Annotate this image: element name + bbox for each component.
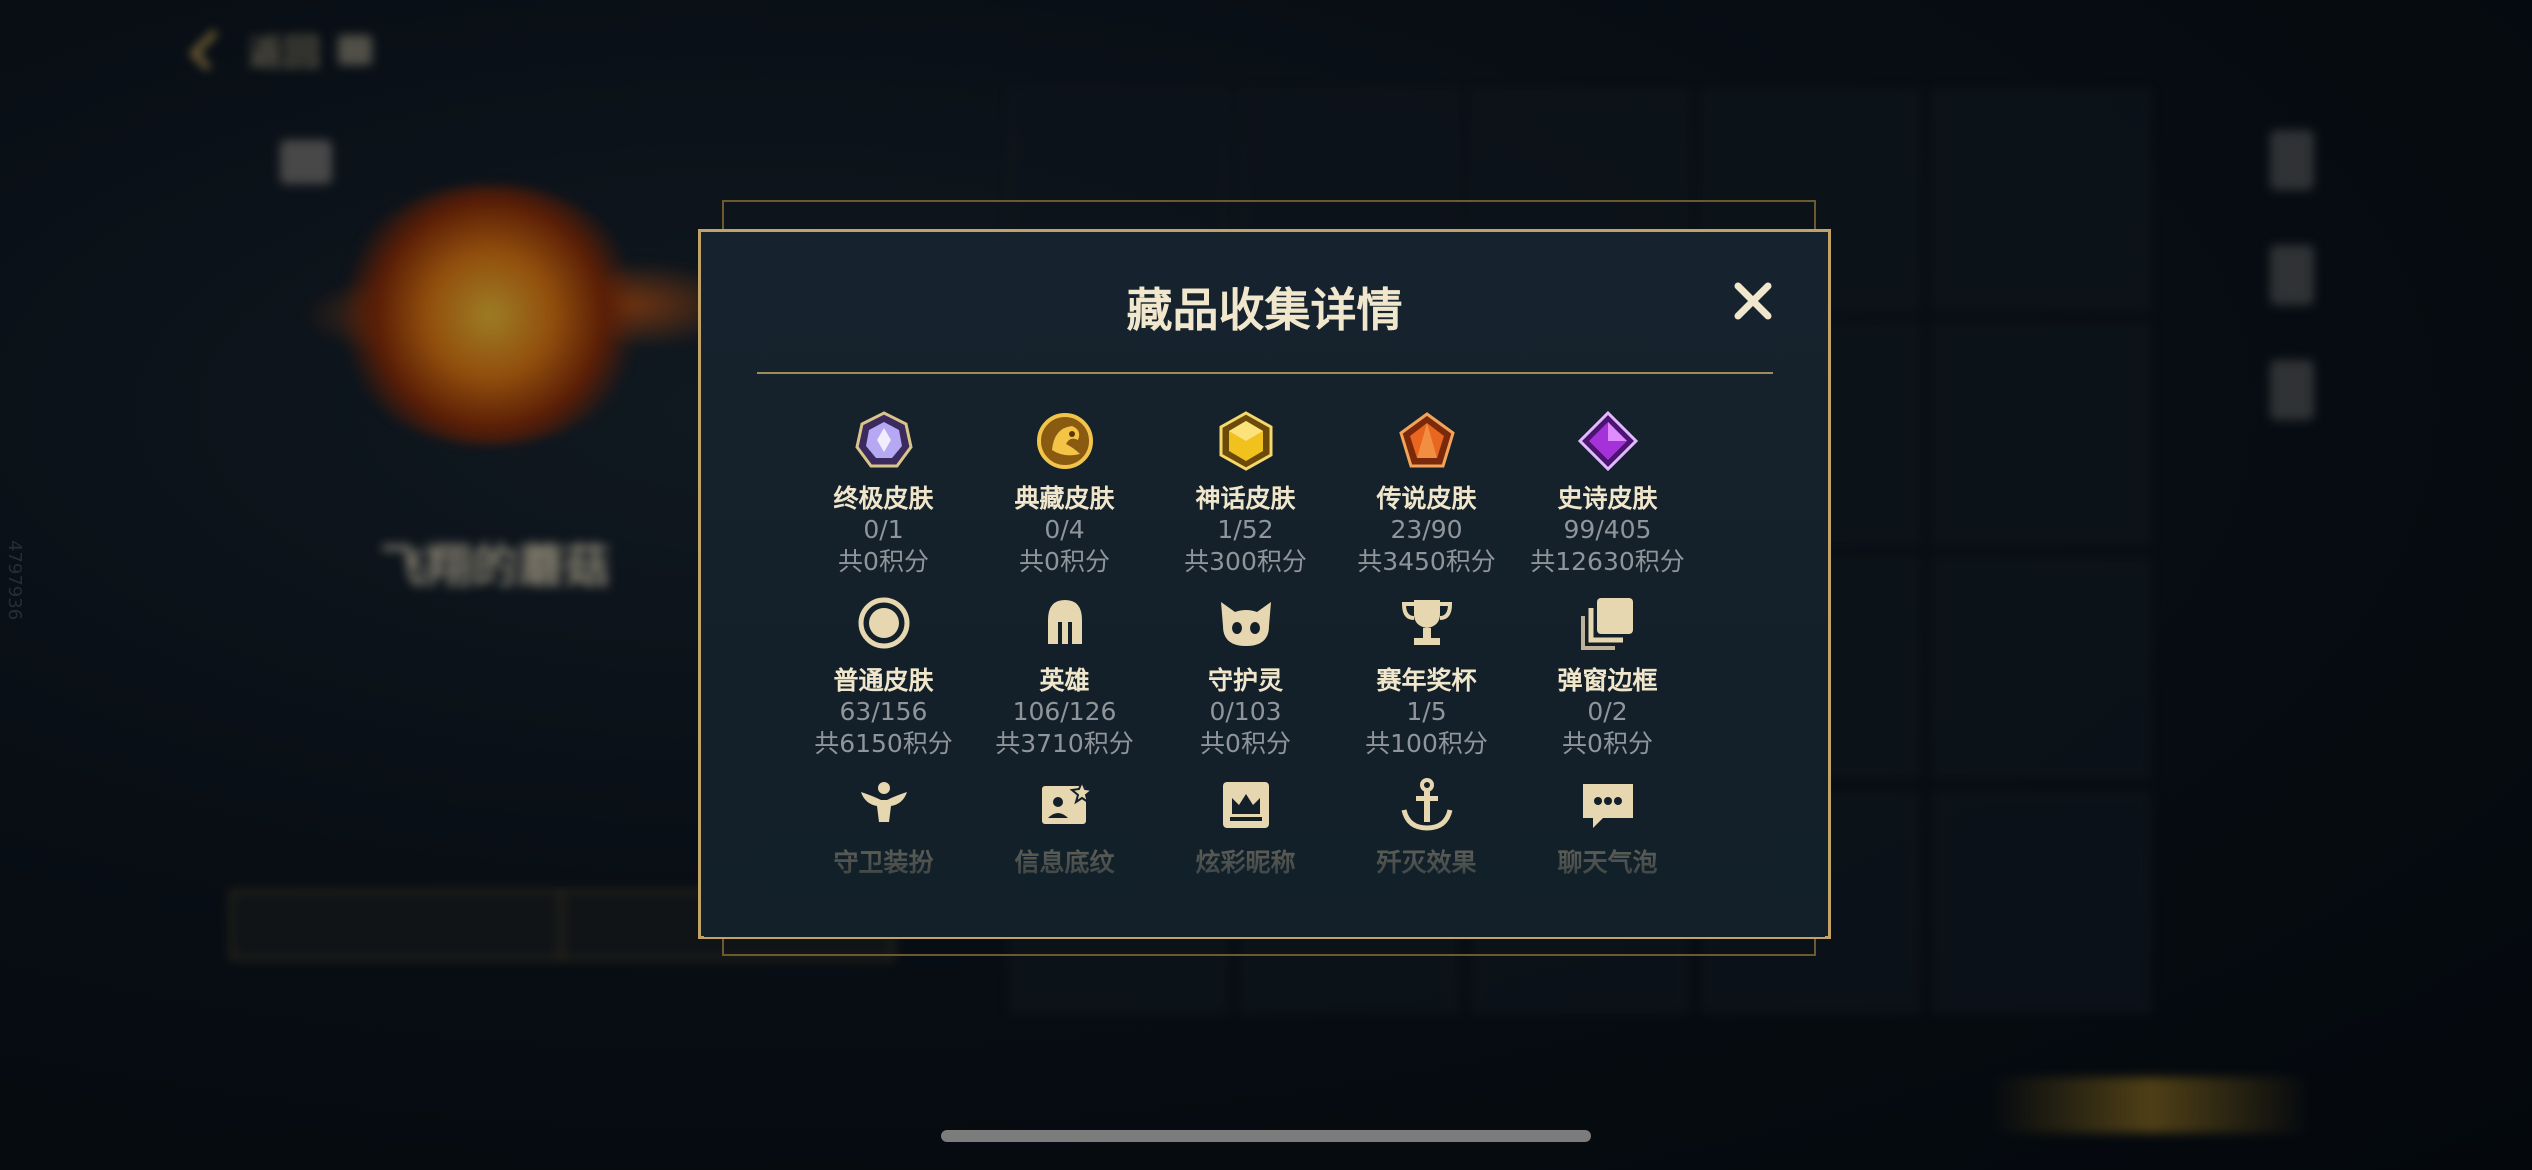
- stat-count: 1/52: [1217, 515, 1274, 544]
- stat-label: 普通皮肤: [833, 666, 934, 695]
- stat-kill-effect: 歼灭效果: [1336, 774, 1517, 878]
- chat-bubble-icon: [1577, 774, 1639, 836]
- epic-gem-icon: [1577, 410, 1639, 472]
- crown-nickname-icon: [1215, 774, 1277, 836]
- stat-label: 英雄: [1039, 666, 1090, 695]
- dragon-emblem-icon: [1034, 410, 1096, 472]
- stat-guardian-outfit: 守卫装扮: [793, 774, 974, 878]
- guardian-outfit-icon: [853, 774, 915, 836]
- stat-score: 共100积分: [1365, 729, 1488, 758]
- stat-epic-skin: 史诗皮肤 99/405 共12630积分: [1517, 410, 1698, 578]
- trophy-icon: [1396, 592, 1458, 654]
- stat-count: 0/2: [1587, 697, 1628, 726]
- stat-normal-skin: 普通皮肤 63/156 共6150积分: [793, 592, 974, 760]
- stat-guardian-spirit: 守护灵 0/103 共0积分: [1155, 592, 1336, 760]
- stat-count: 0/103: [1209, 697, 1282, 726]
- legend-gem-icon: [1396, 410, 1458, 472]
- stat-score: 共0积分: [1562, 729, 1653, 758]
- stat-collection-skin: 典藏皮肤 0/4 共0积分: [974, 410, 1155, 578]
- stat-label: 神话皮肤: [1195, 484, 1296, 513]
- collection-detail-dialog: 藏品收集详情 终极皮肤 0/1 共0积分 典藏皮肤 0/4 共0积分 神话皮肤 …: [698, 229, 1831, 939]
- close-icon: [1734, 282, 1772, 320]
- stat-hero: 英雄 106/126 共3710积分: [974, 592, 1155, 760]
- stat-count: 63/156: [839, 697, 928, 726]
- stat-label: 歼灭效果: [1376, 848, 1477, 877]
- mythic-gem-icon: [1215, 410, 1277, 472]
- stat-mythic-skin: 神话皮肤 1/52 共300积分: [1155, 410, 1336, 578]
- stat-label: 赛年奖杯: [1376, 666, 1477, 695]
- stat-label: 守卫装扮: [833, 848, 934, 877]
- normal-ring-icon: [853, 592, 915, 654]
- stat-label: 炫彩昵称: [1195, 848, 1296, 877]
- stat-count: 1/5: [1406, 697, 1447, 726]
- stat-score: 共0积分: [1200, 729, 1291, 758]
- stat-score: 共6150积分: [814, 729, 953, 758]
- ultimate-gem-icon: [853, 410, 915, 472]
- guardian-spirit-icon: [1215, 592, 1277, 654]
- stat-color-nickname: 炫彩昵称: [1155, 774, 1336, 878]
- stat-label: 典藏皮肤: [1014, 484, 1115, 513]
- stat-legend-skin: 传说皮肤 23/90 共3450积分: [1336, 410, 1517, 578]
- stat-label: 史诗皮肤: [1557, 484, 1658, 513]
- stat-score: 共3710积分: [995, 729, 1134, 758]
- stat-season-trophy: 赛年奖杯 1/5 共100积分: [1336, 592, 1517, 760]
- home-indicator[interactable]: [941, 1130, 1591, 1142]
- stat-score: 共3450积分: [1357, 547, 1496, 576]
- stat-popup-frame: 弹窗边框 0/2 共0积分: [1517, 592, 1698, 760]
- stat-count: 99/405: [1563, 515, 1652, 544]
- stat-label: 守护灵: [1207, 666, 1283, 695]
- stat-chat-bubble: 聊天气泡: [1517, 774, 1698, 878]
- stat-count: 23/90: [1390, 515, 1463, 544]
- stats-row: 守卫装扮 信息底纹 炫彩昵称 歼灭效果 聊天气泡: [793, 774, 1699, 878]
- close-button[interactable]: [1728, 276, 1778, 326]
- stat-label: 信息底纹: [1014, 848, 1115, 877]
- stats-row: 终极皮肤 0/1 共0积分 典藏皮肤 0/4 共0积分 神话皮肤 1/52 共3…: [793, 410, 1699, 578]
- title-divider: [757, 372, 1773, 374]
- stat-score: 共300积分: [1184, 547, 1307, 576]
- stat-label: 聊天气泡: [1557, 848, 1658, 877]
- info-pattern-icon: [1034, 774, 1096, 836]
- helmet-icon: [1034, 592, 1096, 654]
- stat-label: 终极皮肤: [833, 484, 934, 513]
- stat-score: 共12630积分: [1530, 547, 1685, 576]
- stat-count: 106/126: [1012, 697, 1117, 726]
- stats-row: 普通皮肤 63/156 共6150积分 英雄 106/126 共3710积分 守…: [793, 592, 1699, 760]
- stat-label: 传说皮肤: [1376, 484, 1477, 513]
- stat-label: 弹窗边框: [1557, 666, 1658, 695]
- stat-info-pattern: 信息底纹: [974, 774, 1155, 878]
- anchor-effect-icon: [1396, 774, 1458, 836]
- stat-score: 共0积分: [838, 547, 929, 576]
- stat-count: 0/1: [863, 515, 904, 544]
- stat-count: 0/4: [1044, 515, 1085, 544]
- frame-stack-icon: [1577, 592, 1639, 654]
- dialog-title: 藏品收集详情: [1126, 283, 1403, 337]
- stat-ultimate-skin: 终极皮肤 0/1 共0积分: [793, 410, 974, 578]
- stat-score: 共0积分: [1019, 547, 1110, 576]
